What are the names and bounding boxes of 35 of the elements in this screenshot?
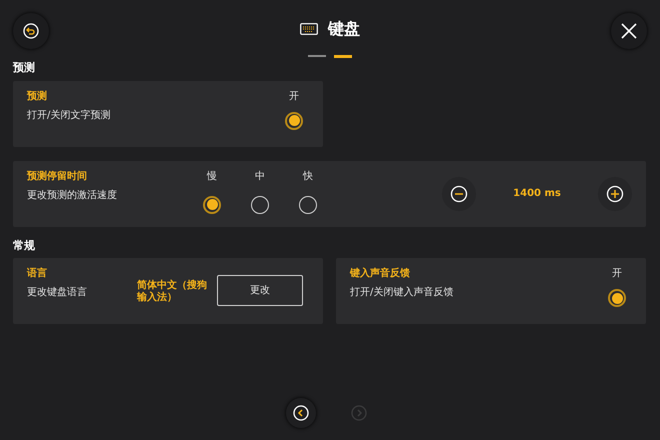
toggle-label: 开 [612, 267, 622, 281]
radio-button[interactable] [285, 112, 303, 130]
setting-description: 更改键盘语言 [27, 286, 88, 300]
delay-value: 1400 ms [512, 187, 562, 201]
speed-label: 中 [255, 170, 265, 184]
close-button[interactable] [611, 13, 647, 49]
plus-icon [606, 184, 624, 202]
undo-icon [23, 23, 39, 39]
setting-title: 预测 [27, 90, 48, 104]
setting-description: 打开/关闭键入声音反馈 [350, 286, 454, 300]
setting-title: 语言 [27, 266, 48, 281]
chevron-left-icon [293, 405, 309, 421]
close-icon [620, 22, 638, 40]
setting-title: 键入声音反馈 [350, 266, 411, 281]
radio-button[interactable] [251, 196, 269, 214]
section-title: 预测 [13, 60, 36, 76]
decrease-button[interactable] [442, 176, 476, 210]
setting-description: 打开/关闭文字预测 [27, 108, 110, 122]
radio-button[interactable] [299, 196, 317, 214]
radio-button[interactable] [608, 289, 626, 307]
radio-button[interactable] [203, 196, 221, 214]
setting-title: 预测停留时间 [27, 170, 88, 184]
keyboard-icon [300, 23, 318, 35]
page-title: 键盘 [328, 18, 360, 40]
chevron-right-icon [351, 405, 367, 421]
current-language: 简体中文（搜狗输入法） [137, 280, 208, 305]
speed-label: 快 [303, 170, 313, 184]
minus-icon [450, 184, 468, 202]
back-button[interactable] [13, 13, 49, 49]
speed-label: 慢 [207, 170, 217, 184]
section-title: 常规 [13, 238, 36, 254]
setting-description: 更改预测的激活速度 [27, 188, 118, 202]
increase-button[interactable] [598, 176, 632, 210]
toggle-label: 开 [289, 90, 299, 104]
change-button[interactable]: 更改 [217, 275, 303, 306]
